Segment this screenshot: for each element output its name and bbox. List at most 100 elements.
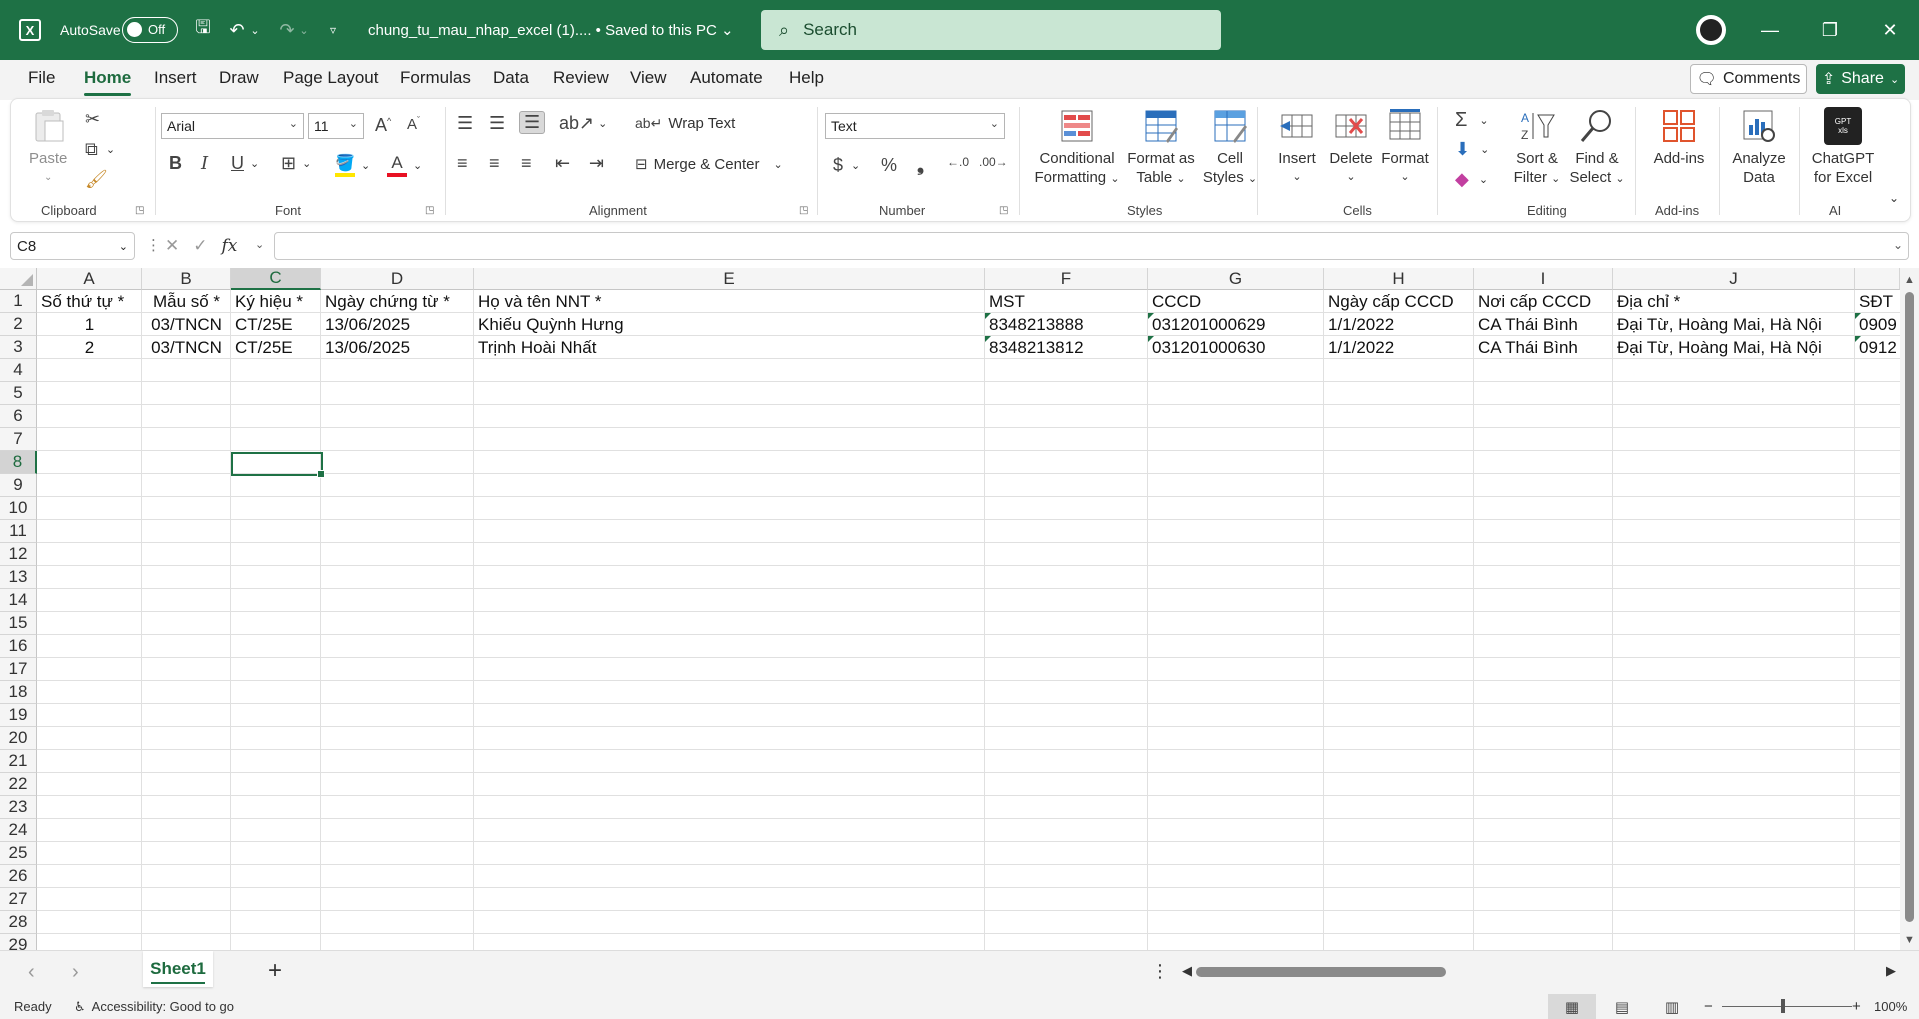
tab-file[interactable]: File <box>28 68 55 88</box>
cell-k3[interactable]: 0912 <box>1855 336 1900 359</box>
cell-d3[interactable]: 13/06/2025 <box>321 336 474 359</box>
find-select-button[interactable]: Find & Select ⌄ <box>1567 107 1627 189</box>
fill-color-icon[interactable]: 🪣 ⌄ <box>335 153 370 177</box>
zoom-out-icon[interactable]: − <box>1704 994 1713 1019</box>
worksheet-grid[interactable]: ABCDEFGHIJ 1 2 3 4 5 6 7 8 9 10 11 12 13 14 15 16 17 18 19… <box>0 268 1900 950</box>
restore-icon[interactable]: ❐ <box>1803 0 1857 60</box>
align-bottom-icon[interactable]: ☰ <box>519 111 546 134</box>
row-header-6[interactable]: 6 <box>0 405 37 428</box>
page-break-view-icon[interactable]: ▥ <box>1648 994 1696 1019</box>
align-center-icon[interactable]: ≡ <box>489 153 500 174</box>
currency-icon[interactable]: $ ⌄ <box>833 155 860 176</box>
wrap-text-button[interactable]: ab↵ Wrap Text <box>635 115 735 132</box>
format-painter-icon[interactable]: 🖌 <box>85 169 108 190</box>
row-header-7[interactable]: 7 <box>0 428 37 451</box>
row-header-21[interactable]: 21 <box>0 750 37 773</box>
addins-button[interactable]: Add-ins <box>1647 107 1711 168</box>
cell-styles-button[interactable]: Cell Styles ⌄ <box>1195 107 1265 189</box>
align-right-icon[interactable]: ≡ <box>521 153 532 174</box>
zoom-slider[interactable] <box>1722 1006 1852 1007</box>
row-header-9[interactable]: 9 <box>0 474 37 497</box>
underline-icon[interactable]: U ⌄ <box>231 153 259 174</box>
merge-center-button[interactable]: ⊟ Merge & Center ⌄ <box>635 155 783 174</box>
autosum-icon[interactable]: Σ ⌄ <box>1455 109 1489 132</box>
page-layout-view-icon[interactable]: ▤ <box>1598 994 1646 1019</box>
redo-dropdown-icon[interactable]: ⌄ <box>297 0 311 60</box>
column-header-partial[interactable] <box>1855 268 1900 290</box>
cell-d1[interactable]: Ngày chứng từ * <box>321 290 474 313</box>
cell-c3[interactable]: CT/25E <box>231 336 321 359</box>
increase-font-icon[interactable]: A^ <box>375 115 391 136</box>
row-header-10[interactable]: 10 <box>0 497 37 520</box>
row-header-13[interactable]: 13 <box>0 566 37 589</box>
comma-style-icon[interactable]: ❟ <box>917 155 924 176</box>
column-header-c[interactable]: C <box>231 268 321 290</box>
minimize-icon[interactable]: — <box>1743 0 1797 60</box>
cell-a1[interactable]: Số thứ tự * <box>37 290 142 313</box>
row-header-4[interactable]: 4 <box>0 359 37 382</box>
cell-h2[interactable]: 1/1/2022 <box>1324 313 1474 336</box>
insert-function-icon[interactable]: fx <box>222 236 238 256</box>
row-header-26[interactable]: 26 <box>0 865 37 888</box>
comments-button[interactable]: 🗨 Comments <box>1690 64 1807 94</box>
delete-cells-button[interactable]: Delete ⌄ <box>1323 107 1379 187</box>
row-header-14[interactable]: 14 <box>0 589 37 612</box>
cell-c2[interactable]: CT/25E <box>231 313 321 336</box>
decrease-decimal-icon[interactable]: .00→ <box>979 155 1008 169</box>
cell-f1[interactable]: MST <box>985 290 1148 313</box>
document-title[interactable]: chung_tu_mau_nhap_excel (1).... • Saved … <box>368 0 734 60</box>
clipboard-launcher-icon[interactable]: ◳ <box>135 205 144 216</box>
cell-a2[interactable]: 1 <box>37 313 142 336</box>
more-options-icon[interactable]: ⋮ <box>1151 961 1169 982</box>
save-icon[interactable]: 🖫 <box>188 0 218 60</box>
cell-i3[interactable]: CA Thái Bình <box>1474 336 1613 359</box>
tab-help[interactable]: Help <box>789 68 824 88</box>
cell-a3[interactable]: 2 <box>37 336 142 359</box>
scroll-left-icon[interactable]: ◀ <box>1182 963 1192 979</box>
cell-j2[interactable]: Đại Từ, Hoàng Mai, Hà Nội <box>1613 313 1855 336</box>
column-header-h[interactable]: H <box>1324 268 1474 290</box>
cut-icon[interactable]: ✂ <box>85 109 100 130</box>
cell-k2[interactable]: 0909 <box>1855 313 1900 336</box>
name-box[interactable]: C8 ⌄ <box>10 232 135 260</box>
row-header-16[interactable]: 16 <box>0 635 37 658</box>
orientation-icon[interactable]: ab↗ ⌄ <box>559 113 607 134</box>
search-box[interactable]: ⌕ Search <box>761 10 1221 50</box>
zoom-in-icon[interactable]: + <box>1852 994 1861 1019</box>
row-header-20[interactable]: 20 <box>0 727 37 750</box>
formula-input[interactable] <box>274 232 1909 260</box>
column-header-j[interactable]: J <box>1613 268 1855 290</box>
cell-g3[interactable]: 031201000630 <box>1148 336 1324 359</box>
alignment-launcher-icon[interactable]: ◳ <box>799 205 808 216</box>
increase-decimal-icon[interactable]: ←.0 <box>947 155 969 169</box>
row-header-23[interactable]: 23 <box>0 796 37 819</box>
row-header-5[interactable]: 5 <box>0 382 37 405</box>
number-format-select[interactable]: Text ⌄ <box>825 113 1005 139</box>
scroll-right-icon[interactable]: ▶ <box>1886 963 1896 979</box>
vertical-scrollbar[interactable]: ▲ ▼ <box>1900 268 1919 950</box>
scroll-up-icon[interactable]: ▲ <box>1904 274 1915 286</box>
number-launcher-icon[interactable]: ◳ <box>999 205 1008 216</box>
italic-icon[interactable]: I <box>201 153 208 174</box>
align-left-icon[interactable]: ≡ <box>457 153 468 174</box>
column-header-d[interactable]: D <box>321 268 474 290</box>
row-header-25[interactable]: 25 <box>0 842 37 865</box>
row-header-3[interactable]: 3 <box>0 336 37 359</box>
avatar[interactable] <box>1696 15 1726 45</box>
normal-view-icon[interactable]: ▦ <box>1548 994 1596 1019</box>
tab-view[interactable]: View <box>630 68 667 88</box>
cell-h1[interactable]: Ngày cấp CCCD <box>1324 290 1474 313</box>
prev-sheet-icon[interactable]: ‹ <box>28 961 35 984</box>
row-header-12[interactable]: 12 <box>0 543 37 566</box>
row-header-2[interactable]: 2 <box>0 313 37 336</box>
row-header-18[interactable]: 18 <box>0 681 37 704</box>
cell-k1[interactable]: SĐT <box>1855 290 1900 313</box>
decrease-indent-icon[interactable]: ⇤ <box>555 153 570 174</box>
tab-page-layout[interactable]: Page Layout <box>283 68 378 88</box>
cell-b1[interactable]: Mẫu số * <box>142 290 231 313</box>
bold-icon[interactable]: B <box>169 153 182 174</box>
cell-f3[interactable]: 8348213812 <box>985 336 1148 359</box>
cell-b2[interactable]: 03/TNCN <box>142 313 231 336</box>
row-header-24[interactable]: 24 <box>0 819 37 842</box>
sort-filter-button[interactable]: AZ Sort & Filter ⌄ <box>1507 107 1567 189</box>
